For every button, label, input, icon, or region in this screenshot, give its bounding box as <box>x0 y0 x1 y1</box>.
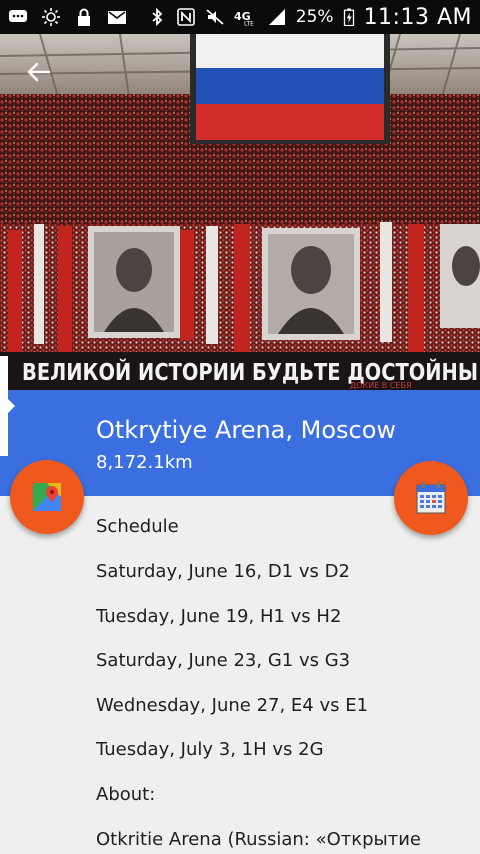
venue-title: Otkrytiye Arena, Moscow <box>96 416 397 444</box>
about-text: Otkritie Arena (Russian: «Открытие <box>96 829 422 850</box>
schedule-item: Wednesday, June 27, E4 vs E1 <box>96 695 369 716</box>
bluetooth-icon <box>147 8 167 26</box>
venue-photo: ВЕЛИКОЙ ИСТОРИИ БУДЬТЕ ДОСТОЙНЫ ДОКИЕ В … <box>0 34 480 390</box>
schedule-item: Saturday, June 16, D1 vs D2 <box>96 561 350 582</box>
venue-distance: 8,172.1km <box>96 452 193 473</box>
lock-icon <box>74 8 94 26</box>
mail-icon <box>107 8 127 26</box>
battery-icon <box>343 8 355 26</box>
brightness-icon <box>41 8 61 26</box>
calendar-icon <box>416 482 446 514</box>
clock: 11:13 AM <box>363 4 472 30</box>
schedule-item: Saturday, June 23, G1 vs G3 <box>96 650 351 671</box>
battery-percent: 25% <box>295 7 334 27</box>
schedule-item: Tuesday, June 19, H1 vs H2 <box>96 606 342 627</box>
schedule-heading: Schedule <box>96 516 179 537</box>
nfc-icon <box>176 8 196 26</box>
4g-lte-icon: 4G LTE <box>234 8 258 26</box>
chat-icon <box>8 8 28 26</box>
arrow-back-icon <box>27 62 51 82</box>
signal-icon <box>267 8 287 26</box>
add-to-calendar-button[interactable] <box>394 461 468 535</box>
status-bar: 4G LTE 25% 11:13 AM <box>0 0 480 34</box>
about-heading: About: <box>96 784 156 805</box>
drawer-handle-notch <box>7 398 15 414</box>
back-button[interactable] <box>18 54 58 90</box>
svg-text:LTE: LTE <box>244 21 254 27</box>
google-maps-icon <box>33 483 61 511</box>
mute-icon <box>205 8 225 26</box>
open-maps-button[interactable] <box>10 460 84 534</box>
banner-small-text: ДОКИЕ В СЕБЯ <box>350 381 412 390</box>
schedule-item: Tuesday, July 3, 1H vs 2G <box>96 739 324 760</box>
